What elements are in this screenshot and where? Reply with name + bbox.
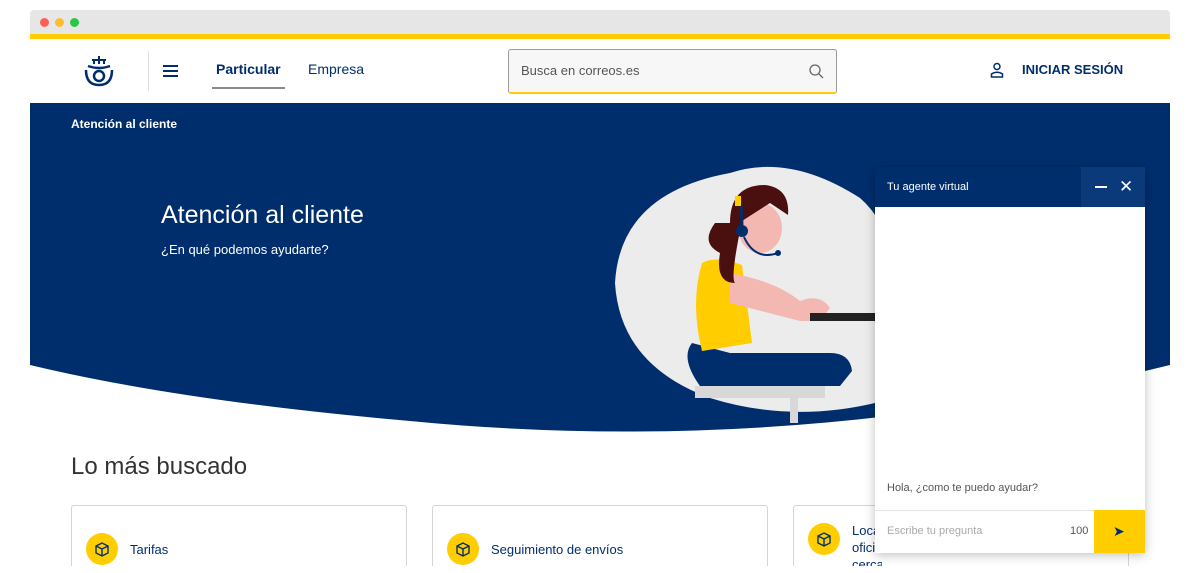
char-counter: 100 [1070, 525, 1089, 537]
correos-logo[interactable] [82, 54, 116, 88]
package-icon [447, 533, 479, 565]
minimize-icon[interactable] [1095, 186, 1107, 188]
chat-controls: ✕ [1081, 167, 1145, 207]
search-icon[interactable] [808, 63, 824, 79]
send-button[interactable]: ➤ [1094, 510, 1145, 553]
hamburger-menu-icon[interactable] [163, 65, 178, 77]
tab-particular[interactable]: Particular [212, 61, 285, 89]
login-label: INICIAR SESIÓN [1022, 62, 1124, 77]
browser-window: Particular Empresa INICIAR SESIÓN [30, 10, 1170, 566]
breadcrumb[interactable]: Atención al cliente [71, 117, 177, 131]
card-seguimiento[interactable]: Seguimiento de envíos [432, 505, 768, 566]
header-divider [148, 51, 149, 91]
chat-title: Tu agente virtual [887, 181, 969, 193]
site-header: Particular Empresa INICIAR SESIÓN [30, 39, 1170, 103]
page-subtitle: ¿En qué podemos ayudarte? [161, 242, 329, 257]
window-titlebar [30, 10, 1170, 34]
minimize-window-button[interactable] [55, 18, 64, 27]
send-icon: ➤ [1113, 523, 1125, 539]
chat-header: Tu agente virtual ✕ [875, 167, 1145, 207]
chat-input[interactable] [887, 525, 1057, 537]
package-icon [808, 523, 840, 555]
package-icon [86, 533, 118, 565]
card-label: Seguimiento de envíos [491, 542, 624, 557]
close-window-button[interactable] [40, 18, 49, 27]
chat-greeting: Hola, ¿como te puedo ayudar? [887, 482, 1039, 494]
virtual-agent-chat: Tu agente virtual ✕ Hola, ¿como te puedo… [875, 167, 1145, 553]
user-icon [990, 62, 1004, 78]
section-title: Lo más buscado [71, 453, 248, 480]
page-title: Atención al cliente [161, 201, 364, 229]
search-input[interactable] [521, 63, 791, 78]
card-tarifas[interactable]: Tarifas [71, 505, 407, 566]
close-icon[interactable]: ✕ [1119, 178, 1133, 195]
search-box [508, 49, 837, 94]
tab-empresa[interactable]: Empresa [308, 61, 364, 77]
card-label: Tarifas [130, 542, 169, 557]
maximize-window-button[interactable] [70, 18, 79, 27]
